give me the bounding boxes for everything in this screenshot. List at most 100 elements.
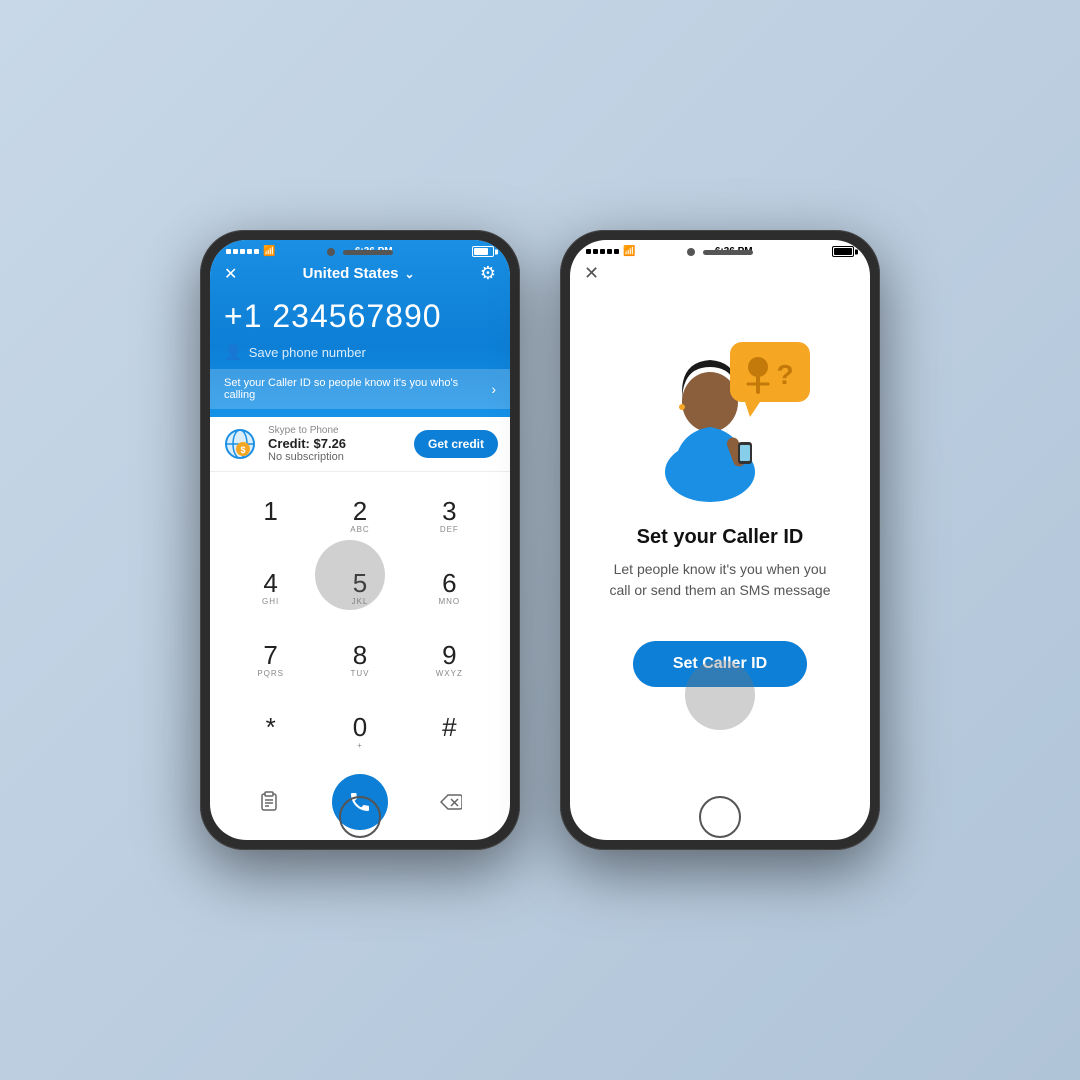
dial-key-1[interactable]: 1 [239,480,303,552]
credit-info: Skype to Phone Credit: $7.26 No subscrip… [268,425,404,463]
dial-key-hash[interactable]: # [417,696,481,768]
phone-2-top-bar [687,248,753,256]
status-left-2: 📶 [586,246,635,257]
dialpad-row-3: 7 pqrs 8 tuv 9 wxyz [226,624,494,696]
dial-key-3[interactable]: 3 def [417,480,481,552]
dial-sub-6: mno [438,597,460,607]
credit-label: Skype to Phone [268,425,404,436]
dial-num-0: 0 [353,713,367,742]
dial-num-3: 3 [442,497,456,526]
battery-icon-1 [472,246,494,257]
settings-icon[interactable]: ⚙ [480,263,496,284]
globe-icon: $ [222,426,258,462]
dial-num-hash: # [442,713,456,742]
earpiece-speaker [343,250,393,255]
signal-dot-1 [226,249,231,254]
dial-key-5[interactable]: 5 jkl [328,552,392,624]
add-contact-icon: 👤 [224,343,243,361]
status-right-2 [832,246,854,257]
dial-key-2[interactable]: 2 abc [328,480,392,552]
person-illustration: ? [620,312,820,502]
country-name: United States [303,265,399,282]
caller-id-banner[interactable]: Set your Caller ID so people know it's y… [210,369,510,409]
dial-key-7[interactable]: 7 pqrs [239,624,303,696]
dial-num-9: 9 [442,641,456,670]
home-button-2[interactable] [699,796,741,838]
signal-dots [226,249,259,254]
save-number-label: Save phone number [249,345,366,360]
phone-1-screen: 📶 6:36 PM ✕ United States ⌄ ⚙ +1 [210,240,510,840]
credit-section: $ Skype to Phone Credit: $7.26 No subscr… [210,417,510,472]
phone-2-screen: 📶 6:36 PM ✕ [570,240,870,840]
dialpad-row-1: 1 2 abc 3 def [226,480,494,552]
signal-dot-2-1 [586,249,591,254]
backspace-button[interactable] [429,780,473,824]
close-button-1[interactable]: ✕ [224,264,237,284]
dial-sub-2: abc [350,525,369,535]
dial-sub-7: pqrs [257,669,284,679]
dial-num-1: 1 [263,497,277,526]
banner-arrow-icon: › [491,381,496,397]
front-camera [327,248,335,256]
dialpad-row-4: * 0 + # [226,696,494,768]
signal-dot-2-3 [600,249,605,254]
caller-id-content: Set your Caller ID Let people know it's … [570,518,870,621]
dial-key-9[interactable]: 9 wxyz [417,624,481,696]
dial-sub-3: def [440,525,459,535]
signal-dot-5 [254,249,259,254]
caller-id-title: Set your Caller ID [602,526,838,549]
phone-number-display: +1 234567890 [210,288,510,341]
dial-key-star[interactable]: * [239,696,303,768]
dial-num-star: * [266,713,276,742]
dial-num-8: 8 [353,641,367,670]
status-right-1 [472,246,494,257]
phone-2: 📶 6:36 PM ✕ [560,230,880,850]
dial-sub-8: tuv [350,669,369,679]
dial-key-6[interactable]: 6 mno [417,552,481,624]
battery-fill-1 [474,248,488,255]
signal-dots-2 [586,249,619,254]
clipboard-button[interactable] [247,780,291,824]
svg-text:$: $ [240,445,245,455]
signal-dot-3 [240,249,245,254]
dial-sub-0: + [357,741,363,751]
caller-id-banner-text: Set your Caller ID so people know it's y… [224,377,491,401]
dial-num-7: 7 [263,641,277,670]
dial-num-6: 6 [442,569,456,598]
earpiece-speaker-2 [703,250,753,255]
signal-dot-4 [247,249,252,254]
dial-key-4[interactable]: 4 ghi [239,552,303,624]
country-selector[interactable]: United States ⌄ [303,265,415,282]
svg-text:?: ? [776,359,793,390]
caller-id-illustration: ? [570,292,870,518]
home-button-1[interactable] [339,796,381,838]
credit-subscription: No subscription [268,451,404,463]
dial-sub-4: ghi [262,597,279,607]
signal-dot-2 [233,249,238,254]
caller-id-description: Let people know it's you when you call o… [602,559,838,601]
close-button-2[interactable]: ✕ [584,263,599,284]
credit-amount: Credit: $7.26 [268,436,404,451]
chevron-down-icon: ⌄ [405,267,415,281]
dial-sub-5: jkl [352,597,369,607]
dial-num-4: 4 [263,569,277,598]
dial-num-2: 2 [353,497,367,526]
signal-dot-2-5 [614,249,619,254]
phone-1: 📶 6:36 PM ✕ United States ⌄ ⚙ +1 [200,230,520,850]
get-credit-button[interactable]: Get credit [414,430,498,458]
dialer-nav: ✕ United States ⌄ ⚙ [210,259,510,288]
caller-id-nav: ✕ [570,259,870,292]
dial-num-5: 5 [353,569,367,598]
dial-key-0[interactable]: 0 + [328,696,392,768]
battery-fill-2 [834,248,852,255]
wifi-icon-2: 📶 [623,246,635,257]
wifi-icon: 📶 [263,246,275,257]
save-number-row[interactable]: 👤 Save phone number [210,341,510,369]
front-camera-2 [687,248,695,256]
signal-dot-2-4 [607,249,612,254]
dialpad: 1 2 abc 3 def 4 ghi 5 j [210,472,510,768]
dial-key-8[interactable]: 8 tuv [328,624,392,696]
signal-dot-2-2 [593,249,598,254]
dialer-header: 📶 6:36 PM ✕ United States ⌄ ⚙ +1 [210,240,510,417]
set-caller-id-button[interactable]: Set Caller ID [633,641,807,687]
